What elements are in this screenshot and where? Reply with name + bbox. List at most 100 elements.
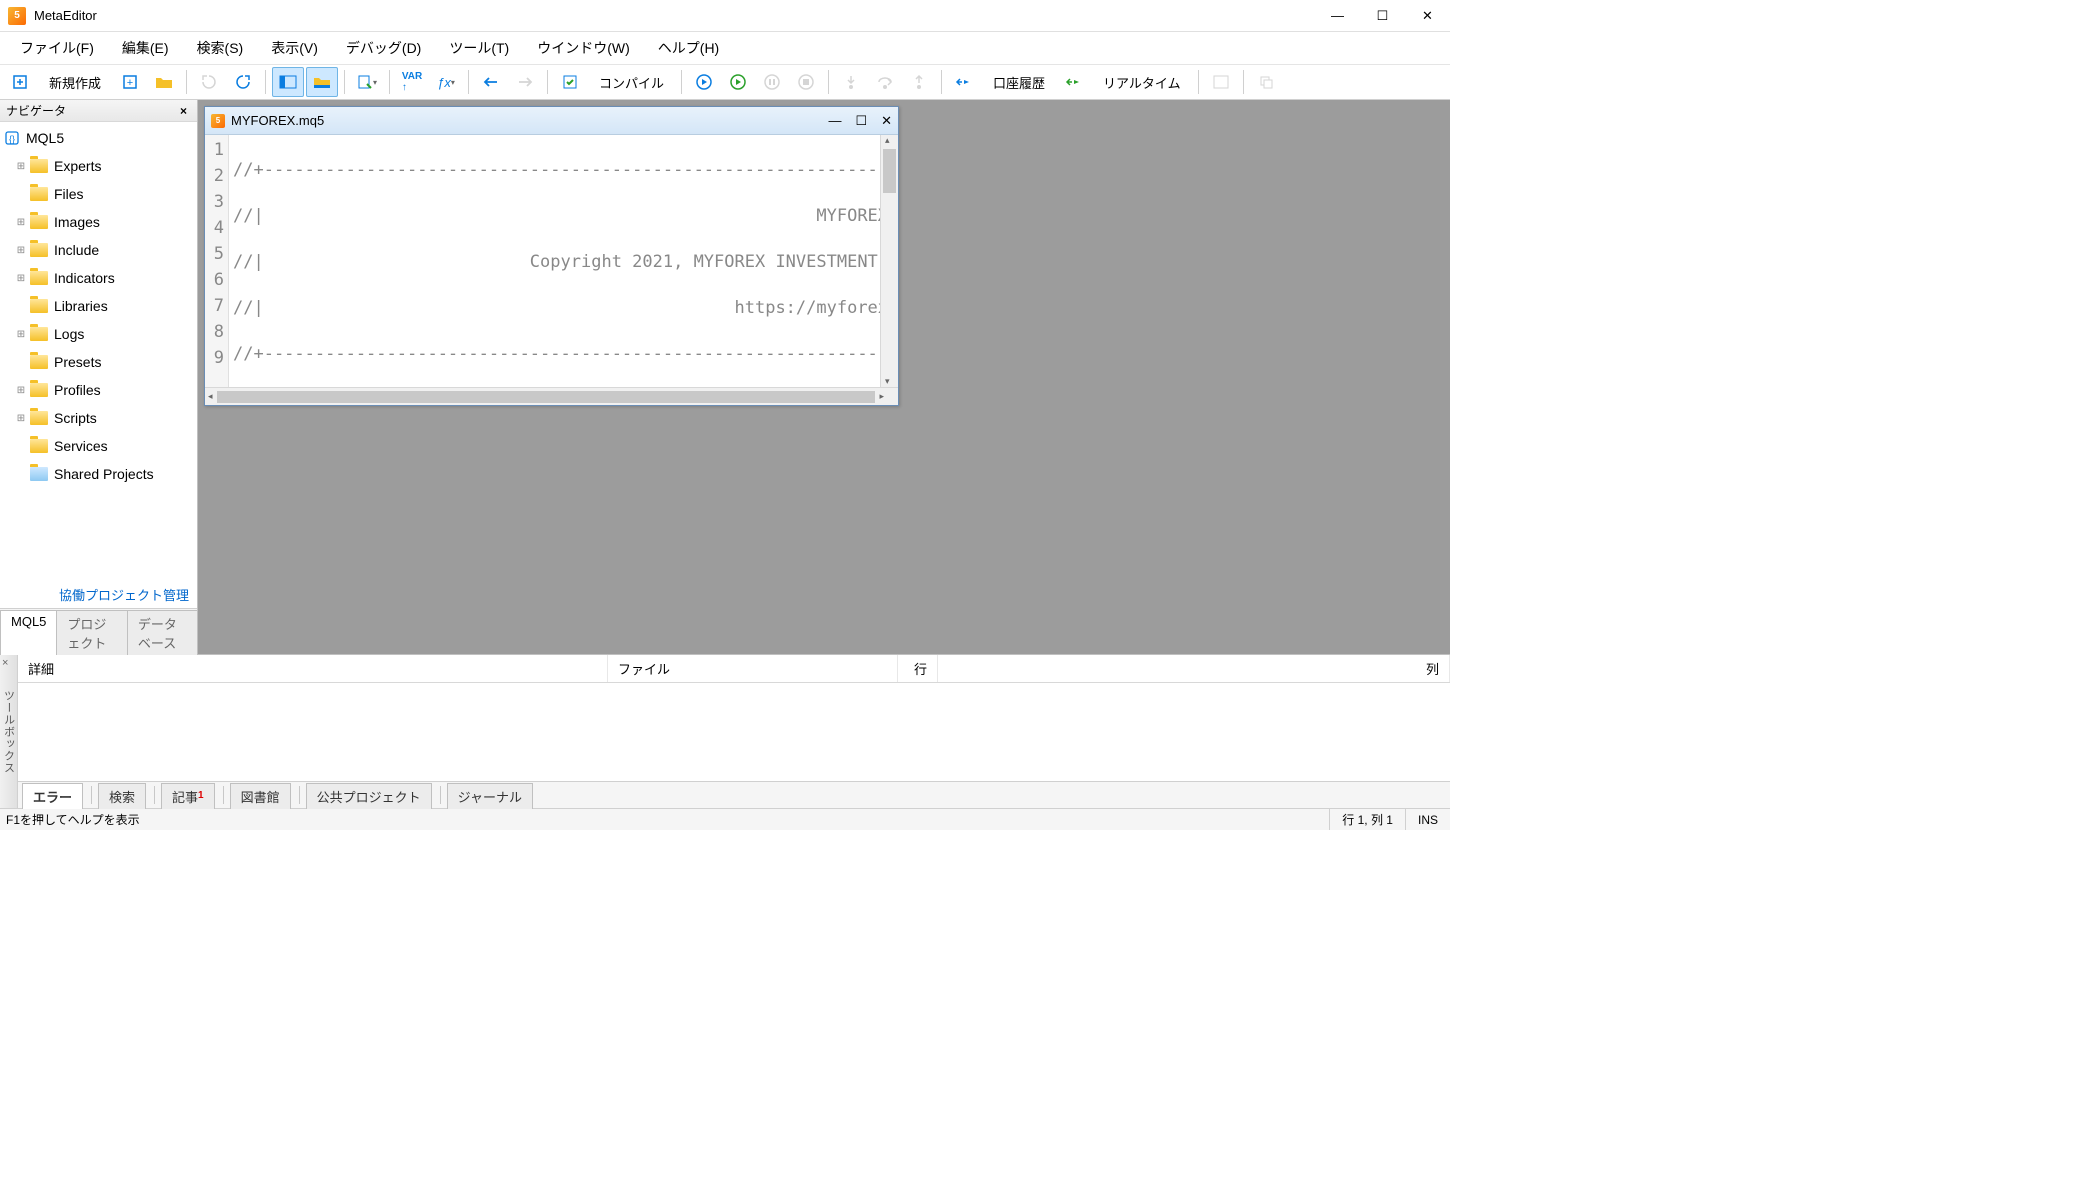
- menu-view[interactable]: 表示(V): [257, 34, 332, 62]
- toolbox-tab-journal[interactable]: ジャーナル: [447, 783, 533, 809]
- open-folder-button[interactable]: [148, 67, 180, 97]
- menu-debug[interactable]: デバッグ(D): [332, 34, 435, 62]
- tree-item-images[interactable]: ⊞Images: [0, 208, 197, 236]
- panel-bottom-button[interactable]: [306, 67, 338, 97]
- expand-icon[interactable]: ⊞: [14, 245, 28, 256]
- minimize-button[interactable]: —: [1315, 0, 1360, 32]
- var-button[interactable]: VAR↑: [396, 67, 428, 97]
- tree-item-label: Logs: [54, 326, 84, 342]
- folder-icon: [30, 271, 48, 285]
- folder-icon: [30, 467, 48, 481]
- compile-check-button[interactable]: [554, 67, 586, 97]
- menu-window[interactable]: ウインドウ(W): [523, 34, 644, 62]
- tree-item-experts[interactable]: ⊞Experts: [0, 152, 197, 180]
- history-icon-button[interactable]: [948, 67, 980, 97]
- editor-maximize-button[interactable]: ☐: [855, 113, 867, 129]
- toolbox-header-details[interactable]: 詳細: [18, 655, 608, 682]
- editor-close-button[interactable]: ✕: [881, 113, 892, 129]
- step-out-button: [903, 67, 935, 97]
- menu-file[interactable]: ファイル(F): [6, 34, 108, 62]
- history-label[interactable]: 口座履歴: [982, 67, 1056, 97]
- folder-icon: [30, 243, 48, 257]
- expand-icon[interactable]: ⊞: [14, 413, 28, 424]
- nav-tab-project[interactable]: プロジェクト: [56, 610, 128, 655]
- tree-item-logs[interactable]: ⊞ Logs: [0, 320, 197, 348]
- toolbox-panel: × ツールボックス 詳細 ファイル 行 列 エラー 検索 記事1 図書館 公共プ…: [0, 654, 1450, 808]
- debug-play-button[interactable]: [688, 67, 720, 97]
- tree-item-indicators[interactable]: ⊞Indicators: [0, 264, 197, 292]
- toolbox-side-handle[interactable]: × ツールボックス: [0, 655, 18, 808]
- editor-scrollbar-vertical[interactable]: [880, 135, 898, 387]
- compile-label[interactable]: コンパイル: [588, 67, 675, 97]
- folder-icon: [30, 355, 48, 369]
- panel-left-button[interactable]: [272, 67, 304, 97]
- toolbox-header-col[interactable]: 列: [938, 655, 1450, 682]
- file-icon: 5: [211, 114, 225, 128]
- toolbox-headers: 詳細 ファイル 行 列: [18, 655, 1450, 683]
- tree-item-label: Presets: [54, 354, 101, 370]
- realtime-label[interactable]: リアルタイム: [1092, 67, 1192, 97]
- menu-search[interactable]: 検索(S): [183, 34, 258, 62]
- tree-item-label: Profiles: [54, 382, 101, 398]
- new-file-button[interactable]: [4, 67, 36, 97]
- back-button[interactable]: [475, 67, 507, 97]
- svg-text:+: +: [127, 77, 133, 89]
- tree-item-libraries[interactable]: Libraries: [0, 292, 197, 320]
- menu-tools[interactable]: ツール(T): [435, 34, 523, 62]
- editor-body[interactable]: 123456789 //+---------------------------…: [205, 135, 898, 387]
- nav-tab-mql5[interactable]: MQL5: [0, 610, 57, 655]
- expand-icon[interactable]: ⊞: [14, 161, 28, 172]
- toolbox-tab-public[interactable]: 公共プロジェクト: [306, 783, 432, 809]
- new-label[interactable]: 新規作成: [38, 67, 112, 97]
- menu-edit[interactable]: 編集(E): [108, 34, 183, 62]
- close-button[interactable]: ✕: [1405, 0, 1450, 32]
- stop-button: [790, 67, 822, 97]
- maximize-button[interactable]: ☐: [1360, 0, 1405, 32]
- tree-item-presets[interactable]: Presets: [0, 348, 197, 376]
- editor-minimize-button[interactable]: —: [828, 113, 841, 129]
- toolbox-tab-search[interactable]: 検索: [98, 783, 146, 809]
- toolbox-tab-article[interactable]: 記事1: [161, 783, 215, 809]
- toolbox-header-row[interactable]: 行: [898, 655, 938, 682]
- menu-help[interactable]: ヘルプ(H): [644, 34, 733, 62]
- tree-root-mql5[interactable]: {} MQL5: [0, 124, 197, 152]
- copy-button: [1250, 67, 1282, 97]
- expand-icon[interactable]: ⊞: [14, 385, 28, 396]
- toolbox-tab-error[interactable]: エラー: [22, 783, 83, 809]
- toolbox-tab-library[interactable]: 図書館: [230, 783, 291, 809]
- expand-icon[interactable]: ⊞: [14, 217, 28, 228]
- tree-item-shared-projects[interactable]: Shared Projects: [0, 460, 197, 488]
- new-box-button[interactable]: +: [114, 67, 146, 97]
- step-over-button: [869, 67, 901, 97]
- navigator-close-button[interactable]: ×: [176, 104, 191, 118]
- toolbox-close-button[interactable]: ×: [2, 657, 9, 669]
- status-help-text: F1を押してヘルプを表示: [0, 811, 1329, 828]
- tree-item-services[interactable]: Services: [0, 432, 197, 460]
- editor-scrollbar-horizontal[interactable]: [205, 387, 898, 405]
- expand-icon[interactable]: ⊞: [14, 273, 28, 284]
- toolbox-header-file[interactable]: ファイル: [608, 655, 898, 682]
- tree-item-scripts[interactable]: ⊞ Scripts: [0, 404, 197, 432]
- tree-item-profiles[interactable]: ⊞ Profiles: [0, 376, 197, 404]
- tree-item-label: Files: [54, 186, 84, 202]
- code-area[interactable]: //+-------------------------------------…: [229, 135, 880, 387]
- snippet-button[interactable]: ▾: [351, 67, 383, 97]
- folder-icon: [30, 299, 48, 313]
- folder-icon: [30, 383, 48, 397]
- collab-link[interactable]: 協働プロジェクト管理: [0, 581, 197, 608]
- tree-root-label: MQL5: [26, 130, 64, 146]
- titlebar: 5 MetaEditor — ☐ ✕: [0, 0, 1450, 32]
- editor-titlebar: 5 MYFOREX.mq5 — ☐ ✕: [205, 107, 898, 135]
- tree-item-label: Scripts: [54, 410, 97, 426]
- fx-button[interactable]: ƒx▾: [430, 67, 462, 97]
- folder-icon: [30, 187, 48, 201]
- run-play-button[interactable]: [722, 67, 754, 97]
- redo-button[interactable]: [227, 67, 259, 97]
- nav-tab-database[interactable]: データベース: [127, 610, 198, 655]
- navigator-title: ナビゲータ ×: [0, 100, 197, 122]
- realtime-icon-button[interactable]: [1058, 67, 1090, 97]
- tree-item-include[interactable]: ⊞Include: [0, 236, 197, 264]
- toolbox-side-label: ツールボックス: [1, 690, 17, 774]
- expand-icon[interactable]: ⊞: [14, 329, 28, 340]
- tree-item-files[interactable]: Files: [0, 180, 197, 208]
